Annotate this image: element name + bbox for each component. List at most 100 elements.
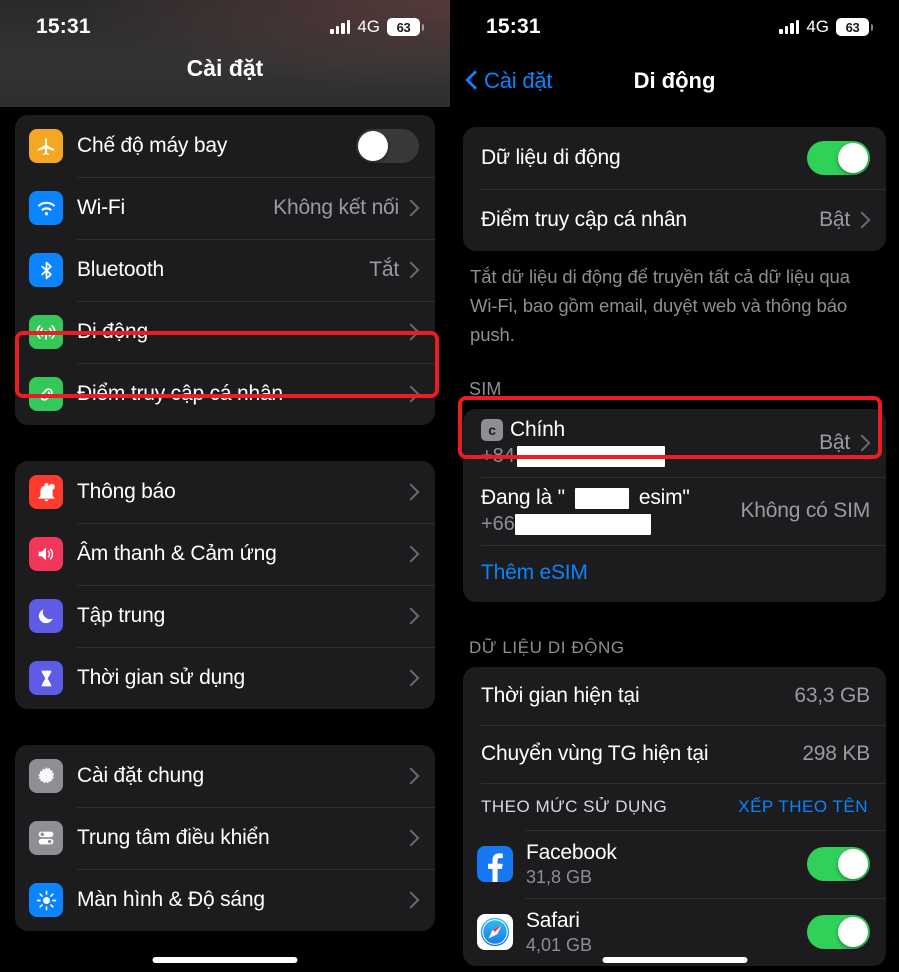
usage-row-roaming: Chuyển vùng TG hiện tại 298 KB (463, 725, 886, 783)
battery-percent-label: 63 (845, 19, 860, 35)
chevron-right-icon (859, 211, 870, 229)
app-info: Facebook 31,8 GB (526, 841, 807, 888)
sidebar-item-control-center[interactable]: Trung tâm điều khiển (15, 807, 435, 869)
sim-secondary-info: Đang là " esim" +66 (481, 486, 740, 536)
sim-secondary-status: Không có SIM (740, 499, 870, 522)
chevron-right-icon (408, 261, 419, 279)
chevron-right-icon (859, 434, 870, 452)
brightness-icon (29, 883, 63, 917)
chevron-right-icon (408, 385, 419, 403)
sidebar-item-focus[interactable]: Tập trung (15, 585, 435, 647)
status-bar-right: 15:31 4G 63 (450, 0, 899, 54)
battery-percent-label: 63 (396, 19, 411, 35)
settings-group-notifications: Thông báo Âm thanh & Cảm ứng Tập trung T… (15, 461, 435, 709)
sidebar-item-label: Di động (77, 320, 148, 343)
sidebar-item-wifi[interactable]: Wi-Fi Không kết nối (15, 177, 435, 239)
sim-secondary-number: +66 (481, 513, 740, 536)
settings-scroll-body: Chế độ máy bay Wi-Fi Không kết nối Bluet (0, 115, 450, 931)
sidebar-item-personal-hotspot[interactable]: Điểm truy cập cá nhân (15, 363, 435, 425)
sim-row-secondary[interactable]: Đang là " esim" +66 Không có SIM (463, 477, 886, 545)
bluetooth-icon (29, 253, 63, 287)
chevron-right-icon (408, 323, 419, 341)
sim-carrier-badge-icon: c (481, 419, 503, 441)
cellular-bars-icon (330, 20, 351, 34)
redacted-number-block (516, 446, 665, 467)
chevron-left-icon (466, 70, 479, 92)
sim-primary-status: Bật (819, 431, 850, 454)
back-button[interactable]: Cài đặt (466, 68, 553, 94)
usage-group: Thời gian hiện tại 63,3 GB Chuyển vùng T… (463, 667, 886, 966)
status-bar-left: 15:31 4G 63 (0, 0, 450, 54)
sidebar-item-airplane-mode[interactable]: Chế độ máy bay (15, 115, 435, 177)
sim-group: c Chính +84 Bật Đang là " esim" +66 Khôn… (463, 409, 886, 602)
status-indicators: 4G 63 (330, 17, 424, 37)
bell-icon (29, 475, 63, 509)
usage-label: Chuyển vùng TG hiện tại (481, 742, 709, 765)
sidebar-item-display-brightness[interactable]: Màn hình & Độ sáng (15, 869, 435, 931)
gear-icon (29, 759, 63, 793)
usage-section-header: DỮ LIỆU DI ĐỘNG (469, 638, 625, 657)
sidebar-item-label: Thông báo (77, 480, 176, 503)
sidebar-item-label: Cài đặt chung (77, 764, 204, 787)
battery-icon: 63 (836, 18, 873, 36)
add-esim-row[interactable]: Thêm eSIM (463, 545, 886, 602)
status-indicators: 4G 63 (779, 17, 873, 37)
sidebar-item-label: Màn hình & Độ sáng (77, 888, 265, 911)
mobile-data-group: Dữ liệu di động Điểm truy cập cá nhân Bậ… (463, 127, 886, 251)
usage-sort-header: THEO MỨC SỬ DỤNG XẾP THEO TÊN (463, 783, 886, 830)
network-type-label: 4G (806, 17, 829, 36)
sim-primary-info: c Chính +84 (481, 418, 819, 468)
mobile-data-toggle[interactable] (807, 141, 870, 175)
wifi-icon (29, 191, 63, 225)
sidebar-item-bluetooth[interactable]: Bluetooth Tắt (15, 239, 435, 301)
bluetooth-status-value: Tắt (369, 258, 399, 281)
airplane-icon (29, 129, 63, 163)
app-usage-value: 4,01 GB (526, 934, 593, 955)
sim-primary-name: Chính (510, 418, 566, 441)
sim-secondary-name-prefix: Đang là " (481, 486, 565, 509)
battery-icon: 63 (387, 18, 424, 36)
sidebar-item-general[interactable]: Cài đặt chung (15, 745, 435, 807)
sim-secondary-title: Đang là " esim" (481, 486, 740, 510)
sidebar-item-label: Thời gian sử dụng (77, 666, 246, 689)
app-info: Safari 4,01 GB (526, 909, 807, 956)
personal-hotspot-row[interactable]: Điểm truy cập cá nhân Bật (463, 189, 886, 251)
redacted-number-block (514, 514, 651, 535)
sidebar-item-label: Tập trung (77, 604, 166, 627)
facebook-data-toggle[interactable] (807, 847, 870, 881)
personal-hotspot-label: Điểm truy cập cá nhân (481, 208, 687, 231)
usage-sort-by-name-button[interactable]: XẾP THEO TÊN (738, 797, 868, 817)
sim-primary-country-code: +84 (481, 445, 515, 467)
settings-group-connectivity: Chế độ máy bay Wi-Fi Không kết nối Bluet (15, 115, 435, 425)
mobile-data-row[interactable]: Dữ liệu di động (463, 127, 886, 189)
airplane-mode-toggle[interactable] (356, 129, 419, 163)
sidebar-item-sounds-haptics[interactable]: Âm thanh & Cảm ứng (15, 523, 435, 585)
sidebar-item-cellular[interactable]: Di động (15, 301, 435, 363)
sidebar-item-label: Âm thanh & Cảm ứng (77, 542, 277, 565)
add-esim-label: Thêm eSIM (481, 561, 588, 584)
cellular-settings-screen: 15:31 4G 63 Cài đặt Di động Dữ liệu di đ… (450, 0, 899, 972)
redacted-name-block (574, 487, 629, 509)
chevron-right-icon (408, 891, 419, 909)
chevron-right-icon (408, 483, 419, 501)
usage-value: 298 KB (802, 742, 870, 765)
dual-screenshot-composite: 15:31 4G 63 Cài đặt Chế độ máy bay Wi-Fi… (0, 0, 899, 972)
safari-icon (477, 914, 513, 950)
app-usage-value: 31,8 GB (526, 866, 593, 887)
hotspot-link-icon (29, 377, 63, 411)
navigation-bar: Cài đặt Di động (450, 54, 899, 107)
chevron-right-icon (408, 829, 419, 847)
cellular-scroll-body: Dữ liệu di động Điểm truy cập cá nhân Bậ… (450, 127, 899, 966)
sim-row-primary[interactable]: c Chính +84 Bật (463, 409, 886, 477)
sidebar-item-notifications[interactable]: Thông báo (15, 461, 435, 523)
safari-data-toggle[interactable] (807, 915, 870, 949)
chevron-right-icon (408, 199, 419, 217)
control-center-icon (29, 821, 63, 855)
sidebar-item-label: Điểm truy cập cá nhân (77, 382, 283, 405)
mobile-data-label: Dữ liệu di động (481, 146, 621, 169)
home-indicator-right (602, 957, 747, 963)
sidebar-item-screen-time[interactable]: Thời gian sử dụng (15, 647, 435, 709)
settings-group-general: Cài đặt chung Trung tâm điều khiển Màn h… (15, 745, 435, 931)
sidebar-item-label: Wi-Fi (77, 196, 125, 219)
personal-hotspot-value: Bật (819, 208, 850, 231)
